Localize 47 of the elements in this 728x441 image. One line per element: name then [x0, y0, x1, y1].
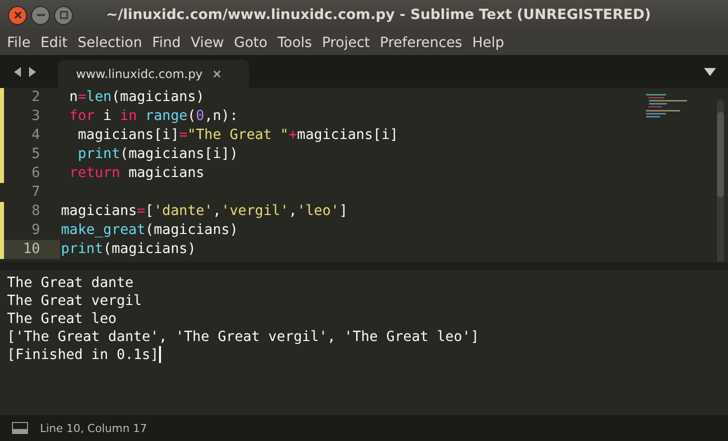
menu-item[interactable]: Edit	[35, 34, 73, 50]
line-number: 5	[30, 145, 41, 164]
code-line: return magicians	[68, 164, 204, 183]
panel-toggle-icon[interactable]	[12, 422, 28, 434]
line-number: 6	[30, 164, 41, 183]
navigation-arrows-icon[interactable]	[14, 66, 36, 76]
output-line: The Great vergil	[7, 292, 143, 310]
code-line: print(magicians[i])	[76, 145, 238, 164]
output-line: The Great dante	[7, 274, 134, 292]
code-line: print(magicians)	[60, 240, 196, 259]
close-icon[interactable]	[212, 70, 221, 78]
menu-item[interactable]: Tools	[272, 34, 317, 50]
menu-item[interactable]: Help	[467, 34, 510, 50]
output-line: The Great leo	[7, 310, 118, 328]
code-line: magicians[i]="The Great "+magicians[i]	[76, 126, 398, 145]
menu-item[interactable]: Project	[316, 34, 375, 50]
output-line: ['The Great dante', 'The Great vergil', 'The Great leo']	[7, 328, 480, 346]
code-line: magicians=['dante','vergil','leo']	[60, 202, 348, 221]
line-number: 2	[30, 88, 41, 107]
line-number: 3	[30, 107, 41, 126]
code-line: make_great(magicians)	[60, 221, 238, 240]
menu-item[interactable]: Selection	[72, 34, 148, 50]
window-title: ~/linuxidc.com/www.linuxidc.com.py - Sublime Text (UNREGISTERED)	[105, 7, 652, 23]
text-cursor	[158, 346, 161, 363]
close-button[interactable]	[8, 6, 27, 24]
line-number: 9	[30, 221, 41, 240]
menu-item[interactable]: View	[186, 34, 230, 50]
maximize-button[interactable]	[54, 6, 73, 24]
dropdown-icon[interactable]	[704, 68, 716, 76]
code-line: for i in range(0,n):	[68, 107, 238, 126]
output-line: [Finished in 0.1s]	[7, 346, 162, 364]
line-number: 4	[30, 126, 41, 145]
minimize-button[interactable]	[31, 6, 50, 24]
line-number: 8	[30, 202, 41, 221]
maximize-icon	[60, 11, 68, 19]
code-line: n=len(magicians)	[68, 88, 204, 107]
file-tab[interactable]: www.linuxidc.com.py	[58, 60, 249, 88]
menu-item[interactable]: File	[2, 34, 36, 50]
close-icon	[14, 11, 22, 19]
line-number: 7	[30, 183, 41, 202]
minimize-icon	[36, 14, 44, 16]
menu-item[interactable]: Preferences	[374, 34, 468, 50]
menu-item[interactable]: Find	[147, 34, 186, 50]
scrollbar[interactable]	[717, 100, 724, 265]
cursor-position: Line 10, Column 17	[40, 422, 148, 434]
line-number: 10	[4, 240, 60, 259]
menu-item[interactable]: Goto	[229, 34, 272, 50]
